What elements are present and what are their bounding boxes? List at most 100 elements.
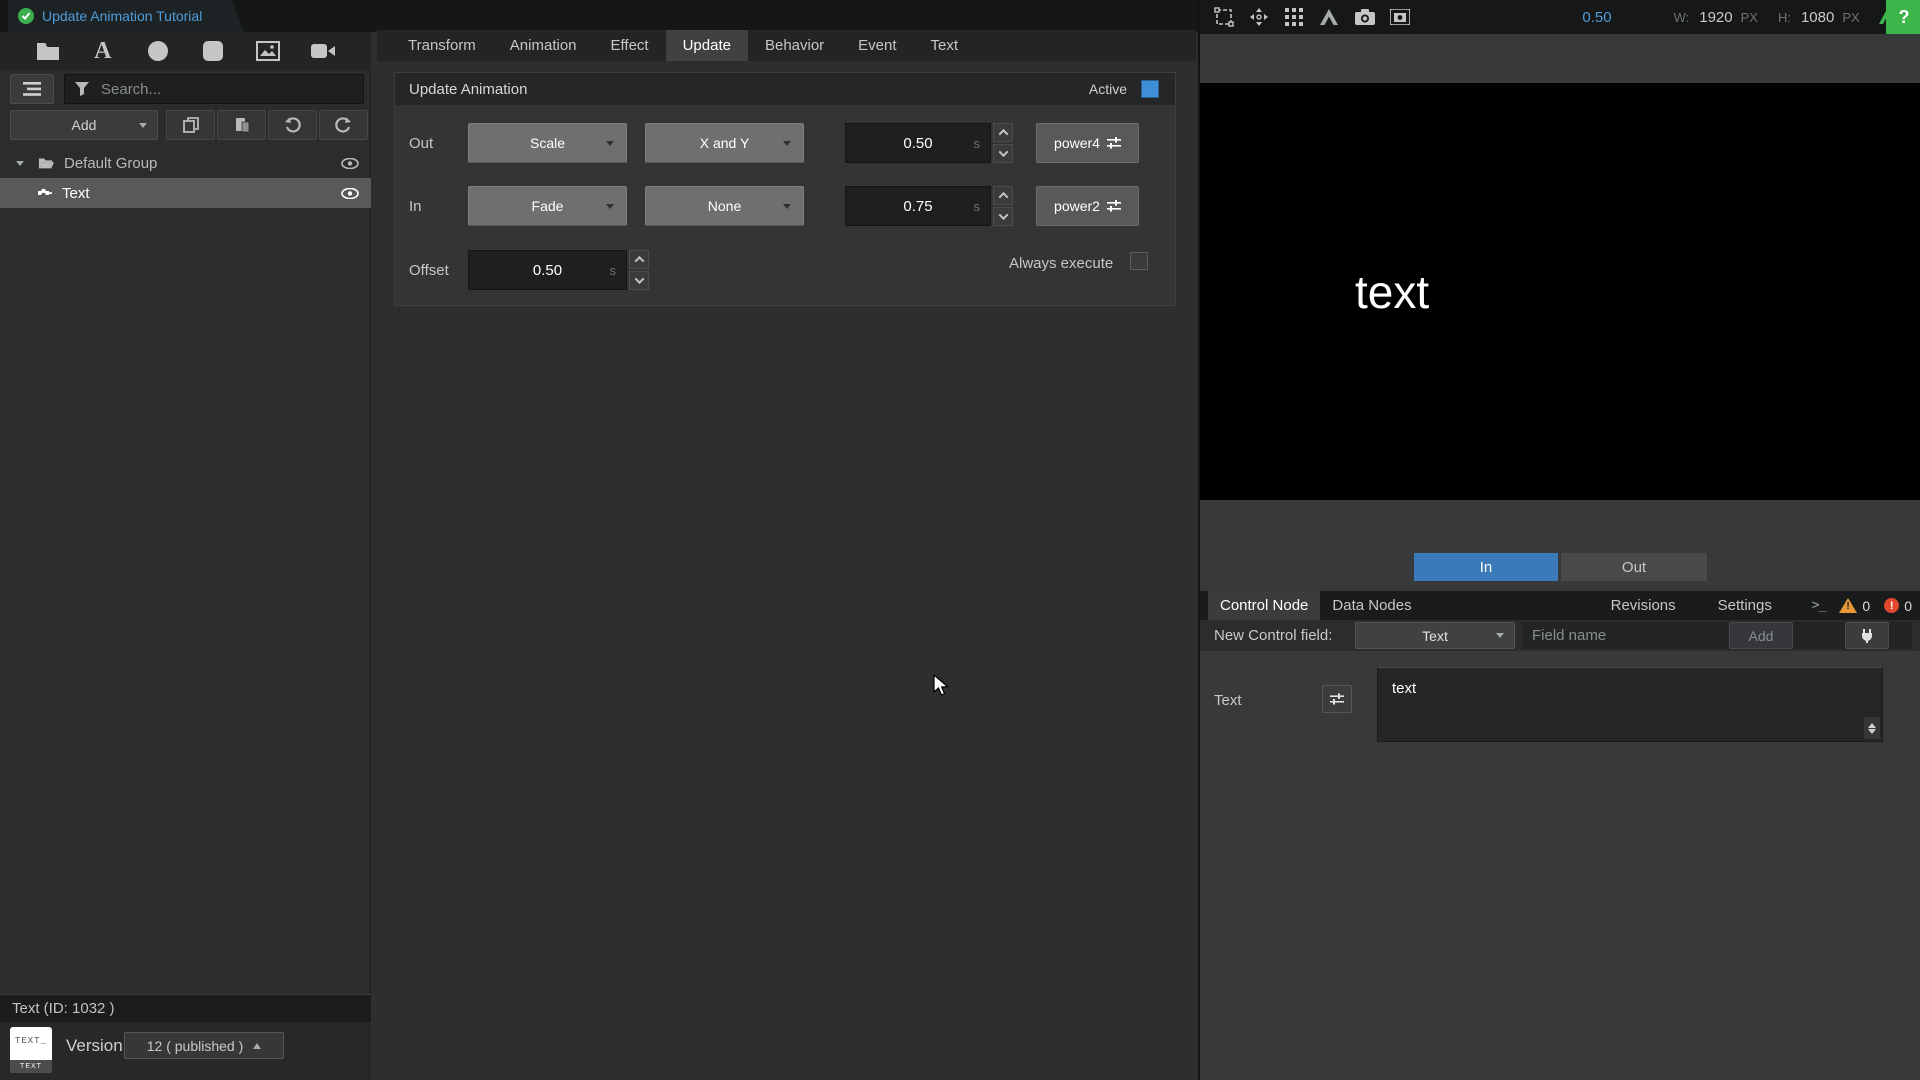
link-settings[interactable]: Settings	[1706, 591, 1784, 620]
sidebar-menu-button[interactable]	[10, 74, 54, 104]
offset-input[interactable]: 0.50 s	[468, 250, 627, 290]
active-label: Active	[1089, 81, 1127, 97]
sliders-icon	[1330, 693, 1344, 705]
preview-time[interactable]: 0.50	[1501, 9, 1612, 26]
video-tool-icon[interactable]	[308, 36, 338, 66]
edit-buttons	[166, 110, 368, 140]
canvas-text-element[interactable]: text	[1355, 265, 1429, 319]
console-icon[interactable]: >_	[1812, 598, 1826, 613]
link-revisions[interactable]: Revisions	[1599, 591, 1688, 620]
element-thumbnail[interactable]: TEXT_ TEXT	[10, 1027, 52, 1073]
height-unit: PX	[1842, 10, 1859, 25]
circle-tool-icon[interactable]	[143, 36, 173, 66]
chevron-down-icon	[634, 274, 644, 284]
out-duration-stepper	[993, 123, 1013, 163]
redo-button[interactable]	[319, 110, 368, 140]
item-label: Text	[62, 185, 90, 202]
help-button[interactable]: ?	[1886, 0, 1920, 34]
document-tab[interactable]: Update Animation Tutorial	[8, 0, 244, 32]
app-window: Update Animation Tutorial A	[0, 0, 1920, 1080]
preview-canvas[interactable]: text	[1200, 83, 1920, 500]
visibility-eye-icon[interactable]	[341, 188, 359, 199]
out-row-label: Out	[409, 135, 433, 152]
version-label: Version	[66, 1036, 123, 1056]
step-up-button[interactable]	[629, 250, 649, 269]
camera-icon[interactable]	[1354, 5, 1376, 29]
width-value[interactable]: 1920	[1699, 9, 1732, 26]
step-up-button[interactable]	[993, 186, 1013, 205]
tree-item-text[interactable]: Text	[0, 178, 371, 208]
crop-frame-icon[interactable]	[1213, 5, 1235, 29]
add-field-button[interactable]: Add	[1729, 622, 1793, 649]
tab-behavior[interactable]: Behavior	[748, 30, 841, 61]
state-in-button[interactable]: In	[1414, 553, 1558, 581]
copy-button[interactable]	[166, 110, 215, 140]
expand-caret-icon[interactable]	[16, 161, 24, 166]
height-value[interactable]: 1080	[1801, 9, 1834, 26]
folder-icon[interactable]	[33, 36, 63, 66]
out-ease-button[interactable]: power4	[1036, 123, 1139, 163]
error-icon[interactable]: !	[1884, 598, 1899, 613]
tab-text[interactable]: Text	[914, 30, 976, 61]
tab-animation[interactable]: Animation	[493, 30, 594, 61]
chevron-down-icon	[606, 204, 614, 209]
add-element-button[interactable]: Add	[10, 110, 158, 140]
control-field-value: text	[1392, 680, 1416, 697]
always-execute-checkbox[interactable]	[1130, 252, 1148, 270]
warning-icon[interactable]	[1839, 598, 1857, 613]
visibility-eye-icon[interactable]	[341, 158, 359, 169]
step-down-button[interactable]	[993, 207, 1013, 226]
active-checkbox[interactable]	[1141, 80, 1159, 98]
in-axis-dropdown[interactable]: None	[645, 186, 804, 226]
move-icon[interactable]	[1248, 5, 1270, 29]
in-duration-input[interactable]: 0.75 s	[845, 186, 991, 226]
chevron-down-icon	[606, 141, 614, 146]
folder-open-icon	[38, 156, 54, 170]
out-animation-value: Scale	[530, 135, 565, 151]
chevron-down-icon	[139, 123, 147, 128]
in-ease-button[interactable]: power2	[1036, 186, 1139, 226]
tab-effect[interactable]: Effect	[594, 30, 666, 61]
tab-update[interactable]: Update	[666, 30, 748, 61]
tree-group-default-group[interactable]: Default Group	[0, 148, 371, 178]
step-down-button[interactable]	[629, 271, 649, 290]
text-tool-icon[interactable]: A	[88, 36, 118, 66]
step-up-button[interactable]	[993, 123, 1013, 142]
version-value: 12 ( published )	[147, 1038, 244, 1054]
field-type-dropdown[interactable]: Text	[1355, 622, 1515, 649]
in-axis-value: None	[708, 198, 741, 214]
out-axis-dropdown[interactable]: X and Y	[645, 123, 804, 163]
chevron-up-icon	[1868, 723, 1876, 728]
grid-icon[interactable]	[1283, 5, 1305, 29]
update-animation-panel: Update Animation Active Out Scale X and …	[394, 72, 1176, 306]
plug-icon-button[interactable]	[1845, 622, 1889, 649]
textarea-stepper[interactable]	[1864, 717, 1880, 739]
state-out-button[interactable]: Out	[1561, 553, 1707, 581]
image-tool-icon[interactable]	[253, 36, 283, 66]
preview-panel: 0.50 W: 1920 PX H: 1080 PX ? text In Out…	[1198, 0, 1920, 1080]
version-dropdown[interactable]: 12 ( published )	[124, 1032, 284, 1059]
layers-sidebar: Add Default Group	[0, 70, 371, 994]
tab-transform[interactable]: Transform	[391, 30, 493, 61]
undo-button[interactable]	[268, 110, 317, 140]
offset-stepper	[629, 250, 649, 290]
out-duration-input[interactable]: 0.50 s	[845, 123, 991, 163]
step-down-button[interactable]	[993, 144, 1013, 163]
out-animation-dropdown[interactable]: Scale	[468, 123, 627, 163]
selected-info-label: Text (ID: 1032 )	[12, 1000, 115, 1017]
tab-data-nodes[interactable]: Data Nodes	[1320, 591, 1423, 620]
paste-button[interactable]	[217, 110, 266, 140]
snapshot-icon[interactable]	[1389, 5, 1411, 29]
seconds-unit-label: s	[610, 263, 617, 278]
mountain-icon[interactable]	[1318, 5, 1340, 29]
field-options-button[interactable]	[1322, 685, 1352, 713]
filter-icon	[75, 82, 89, 96]
out-duration-value: 0.50	[903, 135, 932, 152]
rect-tool-icon[interactable]	[198, 36, 228, 66]
in-animation-dropdown[interactable]: Fade	[468, 186, 627, 226]
chevron-up-icon	[998, 129, 1008, 139]
tab-control-node[interactable]: Control Node	[1208, 591, 1320, 620]
tab-event[interactable]: Event	[841, 30, 913, 61]
control-field-value-input[interactable]: text	[1377, 667, 1883, 742]
search-input[interactable]	[101, 81, 331, 98]
